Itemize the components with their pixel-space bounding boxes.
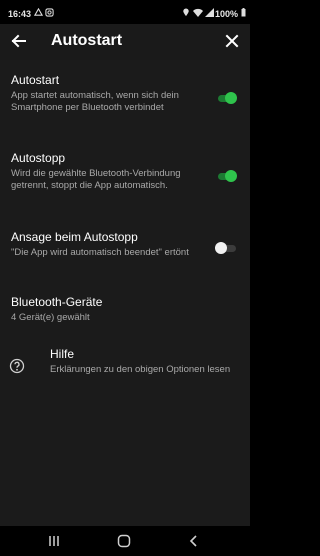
battery-icon <box>241 8 246 17</box>
setting-autostart[interactable]: Autostart App startet automatisch, wenn … <box>11 72 211 114</box>
setting-help[interactable]: Hilfe Erklärungen zu den obigen Optionen… <box>50 346 235 376</box>
battery-level: 100% <box>214 9 238 19</box>
settings-list: Autostart App startet automatisch, wenn … <box>0 60 250 526</box>
system-nav-bar <box>0 526 250 556</box>
setting-bluetooth-devices[interactable]: Bluetooth-Geräte 4 Gerät(e) gewählt <box>11 294 211 324</box>
setting-title: Hilfe <box>50 347 75 361</box>
setting-title: Autostopp <box>11 151 66 165</box>
signal-icon <box>205 8 214 17</box>
setting-subtitle: "Die App wird automatisch beendet" ertön… <box>11 247 189 258</box>
home-icon[interactable] <box>116 533 132 549</box>
autostopp-toggle[interactable] <box>215 170 237 182</box>
autostart-toggle[interactable] <box>215 92 237 104</box>
question-circle-icon <box>9 358 25 374</box>
setting-subtitle: App startet automatisch, wenn sich dein … <box>11 90 179 113</box>
app-bar: Autostart <box>0 24 250 60</box>
status-time: 16:43 <box>8 9 32 19</box>
arrow-left-icon[interactable] <box>10 32 28 50</box>
recent-apps-icon[interactable] <box>46 533 62 549</box>
status-bar: 16:43 100% <box>0 0 250 24</box>
location-icon <box>183 8 189 17</box>
setting-ansage[interactable]: Ansage beim Autostopp "Die App wird auto… <box>11 229 211 259</box>
instagram-icon <box>45 8 54 17</box>
setting-subtitle: 4 Gerät(e) gewählt <box>11 312 90 323</box>
ansage-toggle[interactable] <box>215 242 237 254</box>
setting-title: Bluetooth-Geräte <box>11 295 103 309</box>
toggle-thumb <box>215 242 227 254</box>
back-nav-icon[interactable] <box>186 533 202 549</box>
setting-title: Autostart <box>11 73 60 87</box>
toggle-thumb <box>225 92 237 104</box>
setting-subtitle: Erklärungen zu den obigen Optionen lesen <box>50 364 231 375</box>
wifi-icon <box>193 8 203 17</box>
setting-autostopp[interactable]: Autostopp Wird die gewählte Bluetooth-Ve… <box>11 150 211 192</box>
notification-icon <box>34 8 43 16</box>
close-icon[interactable] <box>224 33 240 49</box>
toggle-thumb <box>225 170 237 182</box>
page-title: Autostart <box>51 32 123 49</box>
setting-subtitle: Wird die gewählte Bluetooth-Verbindung g… <box>11 168 181 191</box>
setting-title: Ansage beim Autostopp <box>11 230 138 244</box>
